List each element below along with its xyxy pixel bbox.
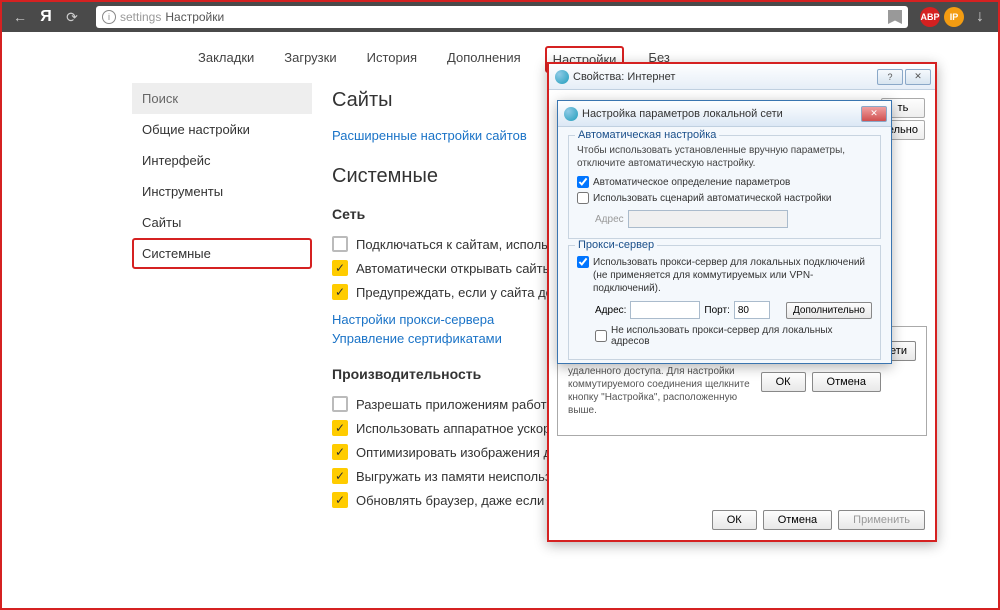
checkbox-input[interactable] bbox=[577, 256, 589, 268]
script-address-row: Адрес bbox=[577, 210, 872, 228]
checkbox-icon: ✓ bbox=[332, 420, 348, 436]
port-label: Порт: bbox=[704, 305, 729, 316]
proxy-address-row: Адрес: Порт: Дополнительно bbox=[577, 301, 872, 319]
reload-button[interactable]: ⟳ bbox=[60, 5, 84, 29]
ok-button[interactable]: ОК bbox=[761, 372, 806, 392]
fieldset-legend: Прокси-сервер bbox=[575, 239, 657, 251]
check-label: Автоматически открывать сайты по bbox=[356, 261, 570, 276]
sidebar-item-tools[interactable]: Инструменты bbox=[132, 176, 312, 207]
tab-downloads[interactable]: Загрузки bbox=[278, 46, 342, 73]
checkbox-label: Использовать сценарий автоматической нас… bbox=[593, 193, 832, 204]
lan-settings-dialog: Настройка параметров локальной сети ✕ Ав… bbox=[557, 100, 892, 364]
checkbox-icon: ✓ bbox=[332, 492, 348, 508]
checkbox-label: Автоматическое определение параметров bbox=[593, 177, 790, 188]
address-bar[interactable]: i settings Настройки bbox=[96, 6, 908, 28]
dialog-title: Настройка параметров локальной сети bbox=[582, 108, 857, 120]
address-text: Настройки bbox=[165, 10, 224, 24]
dialog-titlebar[interactable]: Настройка параметров локальной сети ✕ bbox=[558, 101, 891, 127]
checkbox-icon: ✓ bbox=[332, 444, 348, 460]
site-info-icon: i bbox=[102, 10, 116, 24]
bypass-local-checkbox[interactable]: Не использовать прокси-сервер для локаль… bbox=[577, 323, 872, 349]
tab-addons[interactable]: Дополнения bbox=[441, 46, 527, 73]
proxy-port-input[interactable] bbox=[734, 301, 770, 319]
nav-back-button[interactable]: ← bbox=[8, 5, 32, 29]
tab-history[interactable]: История bbox=[361, 46, 423, 73]
auto-detect-checkbox[interactable]: Автоматическое определение параметров bbox=[577, 174, 872, 190]
settings-sidebar: Поиск Общие настройки Интерфейс Инструме… bbox=[132, 83, 312, 512]
script-address-input bbox=[628, 210, 788, 228]
globe-icon bbox=[555, 70, 569, 84]
bookmark-icon[interactable] bbox=[888, 10, 902, 24]
close-button[interactable]: ✕ bbox=[905, 69, 931, 85]
check-label: Подключаться к сайтам, использую bbox=[356, 237, 570, 252]
use-proxy-checkbox[interactable]: Использовать прокси-сервер для локальных… bbox=[577, 254, 872, 297]
address-label: Адрес bbox=[595, 214, 624, 225]
checkbox-input[interactable] bbox=[577, 192, 589, 204]
dialog-title: Свойства: Интернет bbox=[573, 71, 873, 83]
sidebar-search-heading[interactable]: Поиск bbox=[132, 83, 312, 114]
checkbox-icon: ✓ bbox=[332, 284, 348, 300]
browser-top-bar: ← Я ⟳ i settings Настройки ABP IP ↓ bbox=[2, 2, 998, 32]
checkbox-input[interactable] bbox=[595, 330, 607, 342]
check-label: Использовать аппаратное ускорен bbox=[356, 421, 565, 436]
address-label: Адрес: bbox=[595, 305, 626, 316]
tab-bookmarks[interactable]: Закладки bbox=[192, 46, 260, 73]
checkbox-input[interactable] bbox=[577, 176, 589, 188]
fieldset-legend: Автоматическая настройка bbox=[575, 129, 719, 141]
proxy-fieldset: Прокси-сервер Использовать прокси-сервер… bbox=[568, 245, 881, 360]
abp-extension-icon[interactable]: ABP bbox=[920, 7, 940, 27]
sidebar-item-system[interactable]: Системные bbox=[132, 238, 312, 269]
dialog-body: Автоматическая настройка Чтобы использов… bbox=[558, 127, 891, 400]
ip-extension-icon[interactable]: IP bbox=[944, 7, 964, 27]
auto-config-text: Чтобы использовать установленные вручную… bbox=[577, 144, 872, 170]
apply-button[interactable]: Применить bbox=[838, 510, 925, 530]
checkbox-icon bbox=[332, 236, 348, 252]
cancel-button[interactable]: Отмена bbox=[812, 372, 881, 392]
use-script-checkbox[interactable]: Использовать сценарий автоматической нас… bbox=[577, 190, 872, 206]
sidebar-item-general[interactable]: Общие настройки bbox=[132, 114, 312, 145]
checkbox-label: Использовать прокси-сервер для локальных… bbox=[593, 256, 872, 295]
checkbox-icon: ✓ bbox=[332, 260, 348, 276]
address-prefix: settings bbox=[120, 10, 161, 24]
dialog-titlebar[interactable]: Свойства: Интернет ? ✕ bbox=[549, 64, 935, 90]
checkbox-label: Не использовать прокси-сервер для локаль… bbox=[611, 325, 872, 347]
globe-icon bbox=[564, 107, 578, 121]
checkbox-icon bbox=[332, 396, 348, 412]
proxy-address-input[interactable] bbox=[630, 301, 700, 319]
advanced-button[interactable]: Дополнительно bbox=[786, 302, 872, 319]
check-label: Оптимизировать изображения для bbox=[356, 445, 566, 460]
sidebar-item-sites[interactable]: Сайты bbox=[132, 207, 312, 238]
yandex-logo[interactable]: Я bbox=[36, 7, 56, 27]
help-button[interactable]: ? bbox=[877, 69, 903, 85]
auto-config-fieldset: Автоматическая настройка Чтобы использов… bbox=[568, 135, 881, 239]
close-button[interactable]: ✕ bbox=[861, 106, 887, 122]
ok-button[interactable]: ОК bbox=[712, 510, 757, 530]
cancel-button[interactable]: Отмена bbox=[763, 510, 832, 530]
check-label: Предупреждать, если у сайта долж bbox=[356, 285, 569, 300]
downloads-icon[interactable]: ↓ bbox=[968, 5, 992, 29]
sidebar-item-interface[interactable]: Интерфейс bbox=[132, 145, 312, 176]
check-label: Разрешать приложениям работать bbox=[356, 397, 566, 412]
checkbox-icon: ✓ bbox=[332, 468, 348, 484]
